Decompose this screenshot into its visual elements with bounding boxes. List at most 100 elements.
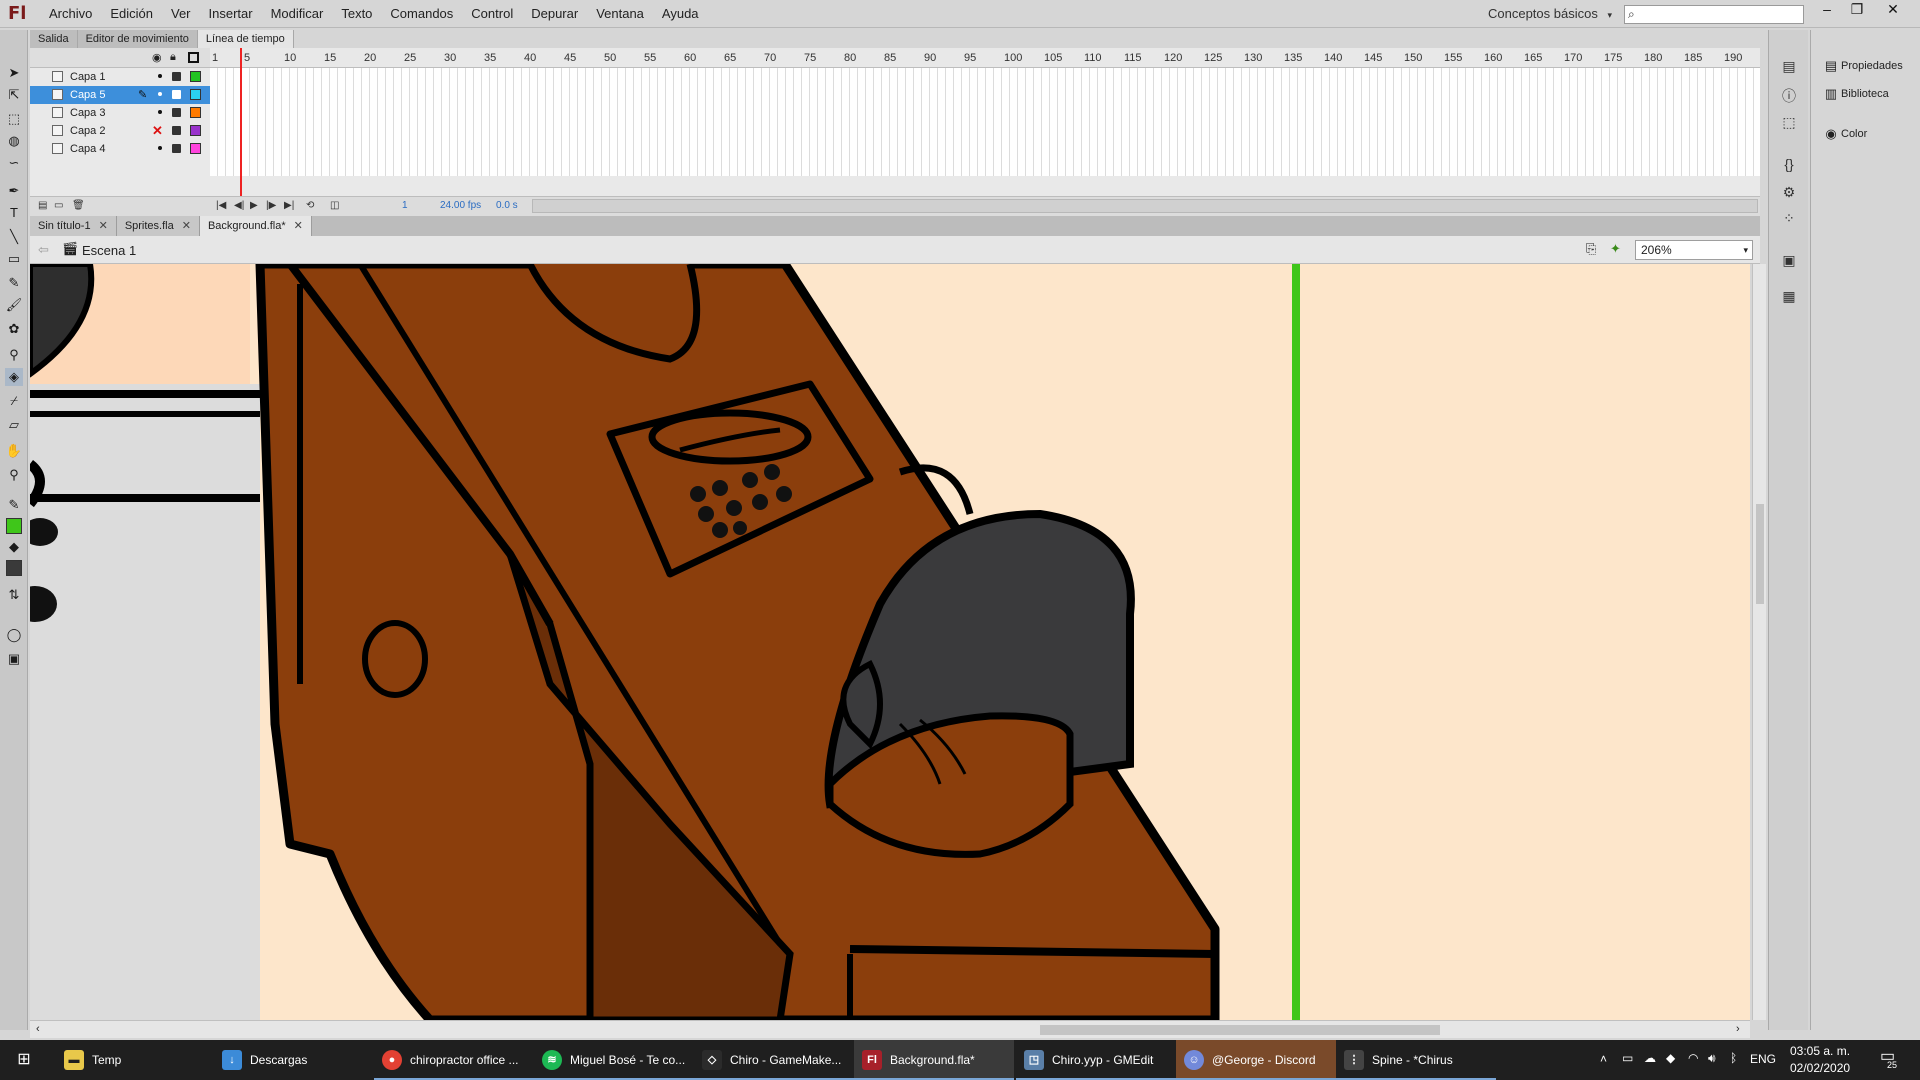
line-tool-icon[interactable]: ╲ — [5, 228, 23, 246]
scroll-right-icon[interactable]: › — [1736, 1023, 1740, 1035]
layer-lock-icon[interactable] — [172, 90, 181, 99]
search-input[interactable]: ⌕ — [1624, 5, 1804, 24]
edit-scene-icon[interactable]: ⎘ — [1586, 241, 1596, 257]
close-icon[interactable]: ✕ — [294, 216, 303, 236]
hand-tool-icon[interactable]: ✋ — [5, 442, 23, 460]
prev-frame-icon[interactable]: ◀| — [234, 200, 244, 211]
eraser-tool-icon[interactable]: ▱ — [5, 416, 23, 434]
layer-color-swatch[interactable] — [190, 71, 201, 82]
panel-propiedades[interactable]: ▤ Propiedades — [1821, 56, 1920, 76]
visible-dot[interactable] — [158, 92, 162, 96]
cloud-icon[interactable]: ☁ — [1644, 1051, 1656, 1065]
smooth-icon[interactable]: ▣ — [5, 650, 23, 668]
volume-icon[interactable]: 🔊︎ — [1708, 1051, 1716, 1066]
visible-dot[interactable] — [158, 146, 162, 150]
taskbar-app[interactable]: ◇ Chiro - GameMake... — [694, 1040, 854, 1080]
bone-tool-icon[interactable]: ⚲ — [5, 346, 23, 364]
hidden-x-icon[interactable]: ✕ — [152, 123, 163, 139]
battery-icon[interactable]: ▭ — [1622, 1051, 1633, 1065]
subselection-tool-icon[interactable]: ⇱ — [5, 86, 23, 104]
zoom-select[interactable]: 206% ▾ — [1635, 240, 1753, 260]
layer-lock-icon[interactable] — [172, 108, 181, 117]
align-icon[interactable]: ▤ — [1779, 56, 1799, 76]
scroll-thumb[interactable] — [1040, 1025, 1440, 1035]
workspace-select[interactable]: Conceptos básicos ▾ — [1480, 4, 1620, 24]
pen-tool-icon[interactable]: ✒ — [5, 182, 23, 200]
text-tool-icon[interactable]: T — [5, 204, 23, 222]
layer-row[interactable]: Capa 4 — [30, 140, 210, 158]
taskbar-app[interactable]: Fl Background.fla* — [854, 1040, 1014, 1080]
stroke-color-swatch[interactable] — [6, 518, 22, 534]
first-frame-icon[interactable]: |◀ — [216, 200, 226, 211]
back-arrow-icon[interactable]: ⇦ — [38, 242, 49, 258]
new-layer-icon[interactable]: ▤ — [38, 200, 47, 211]
tab-salida[interactable]: Salida — [30, 30, 78, 48]
menu-ventana[interactable]: Ventana — [587, 0, 653, 28]
clock-date[interactable]: 02/02/2020 — [1790, 1061, 1850, 1075]
pencil-tool-icon[interactable]: ✎ — [5, 274, 23, 292]
eyedropper-tool-icon[interactable]: ⌿ — [5, 392, 23, 410]
frames-grid[interactable] — [210, 68, 1760, 176]
layer-lock-icon[interactable] — [172, 126, 181, 135]
edit-symbols-icon[interactable]: ✦ — [1610, 241, 1621, 257]
frame-ruler[interactable]: 1 5 10 15 20 25 30 35 40 45 50 55 60 65 70 75 80 85 90 95 10… — [210, 48, 1760, 68]
close-button[interactable]: ✕ — [1878, 0, 1908, 20]
code-snippets-icon[interactable]: {} — [1779, 154, 1799, 174]
panel-color[interactable]: ◉ Color — [1821, 124, 1920, 144]
taskbar-app[interactable]: ▬ Temp — [56, 1040, 206, 1080]
language-indicator[interactable]: ENG — [1750, 1052, 1776, 1066]
play-icon[interactable]: ▶ — [250, 200, 258, 211]
loop-icon[interactable]: ⟲ — [306, 200, 314, 211]
close-icon[interactable]: ✕ — [182, 216, 191, 236]
delete-layer-icon[interactable]: 🗑︎ — [72, 200, 85, 211]
info-icon[interactable]: ⓘ — [1779, 86, 1799, 106]
lock-icon[interactable]: 🔒︎ — [170, 51, 176, 64]
menu-ver[interactable]: Ver — [162, 0, 200, 28]
layer-row[interactable]: Capa 5 ✎ — [30, 86, 210, 104]
playhead[interactable] — [240, 48, 242, 208]
layer-row[interactable]: Capa 1 — [30, 68, 210, 86]
dropbox-icon[interactable]: ◆ — [1666, 1051, 1675, 1065]
bluetooth-icon[interactable]: ᛒ — [1730, 1051, 1737, 1065]
transform-icon[interactable]: ⬚ — [1779, 112, 1799, 132]
menu-archivo[interactable]: Archivo — [40, 0, 101, 28]
layer-color-swatch[interactable] — [190, 89, 201, 100]
free-transform-tool-icon[interactable]: ⬚ — [5, 110, 23, 128]
doc-tab[interactable]: Sprites.fla ✕ — [116, 216, 200, 236]
last-frame-icon[interactable]: ▶| — [284, 200, 294, 211]
clock-time[interactable]: 03:05 a. m. — [1790, 1044, 1850, 1058]
visible-dot[interactable] — [158, 74, 162, 78]
scene-label[interactable]: Escena 1 — [82, 243, 136, 258]
tab-editor-movimiento[interactable]: Editor de movimiento — [77, 30, 198, 48]
minimize-button[interactable]: – — [1812, 0, 1842, 20]
project-icon[interactable]: ▣ — [1779, 250, 1799, 270]
restore-button[interactable]: ❐ — [1842, 0, 1872, 20]
zoom-tool-icon[interactable]: ⚲ — [5, 466, 23, 484]
current-frame[interactable]: 1 — [402, 200, 408, 211]
onion-skin-icon[interactable]: ◫ — [330, 200, 339, 211]
stroke-color-icon[interactable]: ✎ — [5, 496, 23, 514]
brush-tool-icon[interactable]: 🖌 — [5, 296, 23, 314]
close-icon[interactable]: ✕ — [99, 216, 108, 236]
layer-color-swatch[interactable] — [190, 143, 201, 154]
taskbar-app[interactable]: ● chiropractor office ... — [374, 1040, 534, 1080]
chevron-up-icon[interactable]: ˄ — [1600, 1052, 1607, 1066]
windows-start-icon[interactable]: ⊞ — [0, 1040, 48, 1080]
swatches-icon[interactable]: ▦ — [1779, 286, 1799, 306]
new-folder-icon[interactable]: ▭ — [54, 200, 63, 211]
deco-tool-icon[interactable]: ✿ — [5, 320, 23, 338]
stage-canvas[interactable] — [30, 264, 1750, 1020]
layer-row[interactable]: Capa 3 — [30, 104, 210, 122]
layer-row[interactable]: Capa 2 ✕ — [30, 122, 210, 140]
snap-icon[interactable]: ◯ — [5, 626, 23, 644]
taskbar-app[interactable]: ≋ Miguel Bosé - Te co... — [534, 1040, 694, 1080]
frame-rate[interactable]: 24.00 fps — [440, 200, 481, 211]
taskbar-app[interactable]: ⋮ Spine - *Chirus — [1336, 1040, 1496, 1080]
selection-tool-icon[interactable]: ➤ — [5, 64, 23, 82]
menu-modificar[interactable]: Modificar — [262, 0, 333, 28]
paint-bucket-tool-icon[interactable]: ◈ — [5, 368, 23, 386]
eye-icon[interactable]: ◉ — [152, 51, 162, 64]
panel-biblioteca[interactable]: ▥ Biblioteca — [1821, 84, 1920, 104]
tab-linea-de-tiempo[interactable]: Línea de tiempo — [197, 30, 294, 48]
visible-dot[interactable] — [158, 110, 162, 114]
